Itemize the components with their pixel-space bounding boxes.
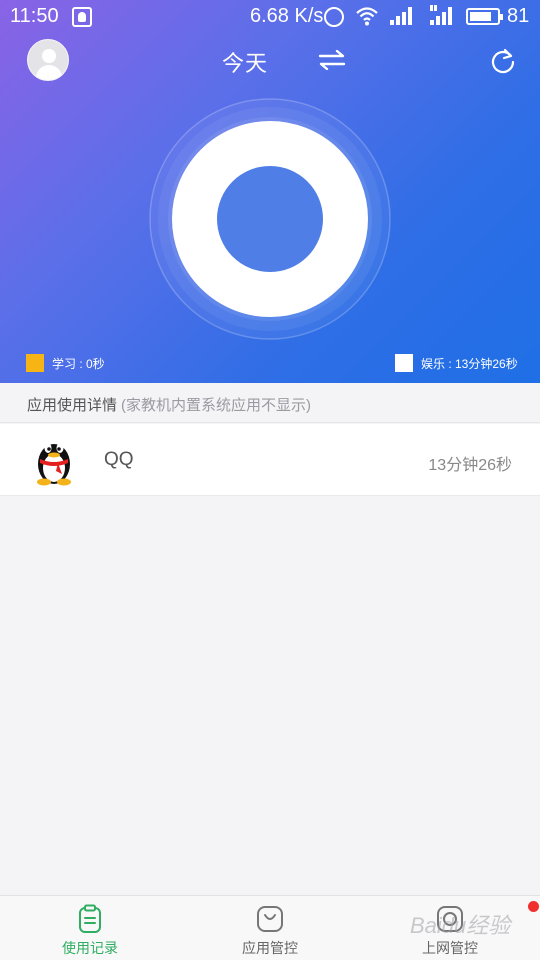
section-note: (家教机内置系统应用不显示): [121, 397, 312, 414]
swap-arrows-icon[interactable]: [318, 50, 346, 70]
legend-study-label: 学习 : 0秒: [52, 356, 105, 371]
legend-study: 学习 : 0秒: [26, 354, 105, 372]
app-row-qq[interactable]: QQ 13分钟26秒: [0, 424, 540, 496]
legend-entertainment: 娱乐 : 13分钟26秒: [395, 354, 518, 372]
shopping-bag-icon: [257, 906, 283, 932]
battery-icon: [466, 8, 503, 25]
wifi-icon: [356, 7, 378, 26]
network-speed: 6.68 K/s: [250, 5, 324, 27]
notification-icon: [72, 7, 92, 27]
alarm-icon: [324, 7, 344, 27]
legend-entertainment-label: 娱乐 : 13分钟26秒: [421, 356, 518, 371]
user-avatar[interactable]: [27, 39, 69, 81]
signal-3g-icon: [430, 5, 452, 25]
usage-ring-chart: [149, 98, 391, 340]
entertainment-swatch: [395, 354, 413, 372]
watermark-logo: Baidu经验: [410, 913, 511, 938]
avatar-head: [42, 49, 56, 63]
battery-level: 81: [507, 5, 530, 27]
tab-app-control[interactable]: 应用管控: [180, 896, 360, 960]
ring-center: [217, 166, 323, 272]
clipboard-icon: [79, 904, 101, 933]
tab-usage-records[interactable]: 使用记录: [0, 896, 180, 960]
signal-icon: [390, 7, 412, 25]
date-title[interactable]: 今天: [222, 46, 268, 78]
app-name: QQ: [104, 449, 134, 470]
summary-panel: 11:50 6.68 K/s 81 今天 学习: 0秒 娱乐: 13分钟26…: [0, 0, 540, 383]
status-time: 11:50: [10, 5, 59, 27]
tab-label: 上网管控: [422, 940, 478, 956]
tab-label: 应用管控: [242, 940, 298, 956]
qq-penguin-icon: [37, 443, 71, 486]
section-header: 应用使用详情 (家教机内置系统应用不显示): [0, 383, 540, 423]
study-swatch: [26, 354, 44, 372]
notification-badge: [528, 901, 539, 912]
refresh-icon[interactable]: [490, 48, 516, 74]
battery-fill: [470, 12, 492, 21]
app-duration: 13分钟26秒: [428, 457, 512, 474]
tab-label: 使用记录: [62, 940, 118, 956]
status-bar: 11:50 6.68 K/s 81: [0, 0, 540, 34]
avatar-body: [36, 65, 62, 80]
section-title: 应用使用详情: [27, 397, 118, 414]
